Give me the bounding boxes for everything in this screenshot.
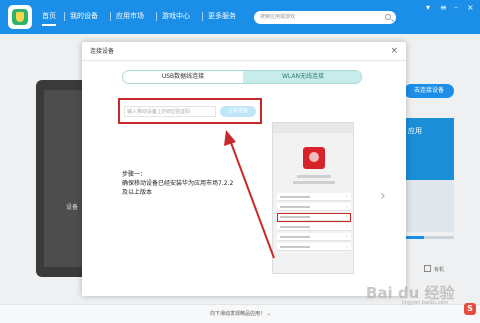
- watermark-badge: S: [464, 303, 476, 315]
- arrow-head: [224, 130, 236, 146]
- annotation-arrow: [224, 130, 275, 259]
- arrow-line: [229, 139, 275, 259]
- watermark-url: jingyan.baidu.com: [402, 300, 449, 306]
